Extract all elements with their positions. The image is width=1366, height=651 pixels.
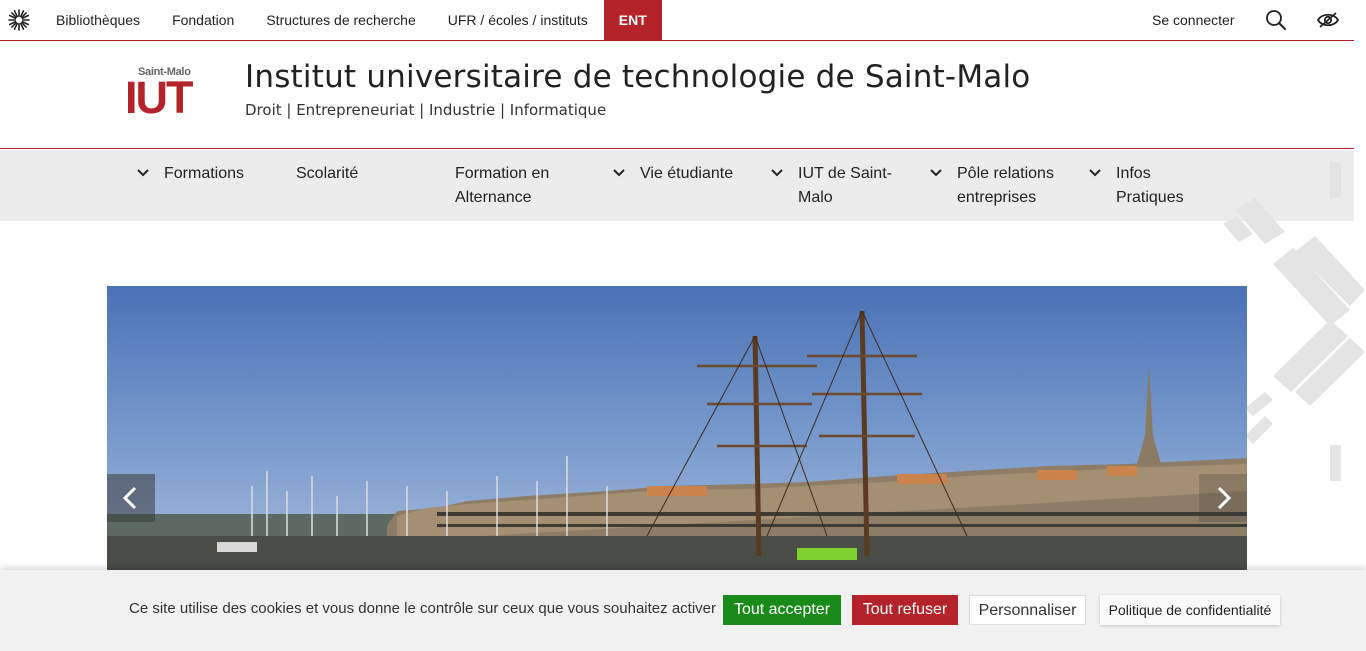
privacy-policy-button[interactable]: Politique de confidentialité (1100, 595, 1280, 625)
nav-iut-saint-malo[interactable]: IUT de Saint- Malo (798, 162, 892, 210)
chevron-left-icon (122, 486, 137, 510)
nav-label-2: Pratiques (1116, 189, 1184, 206)
chevron-down-icon[interactable] (771, 168, 783, 178)
nav-alternance[interactable]: Formation en Alternance (455, 162, 549, 210)
eye-icon[interactable] (1316, 9, 1340, 31)
nav-infos-pratiques[interactable]: Infos Pratiques (1116, 162, 1184, 210)
nav-pole-entreprises[interactable]: Pôle relations entreprises (957, 162, 1054, 210)
search-icon[interactable] (1264, 8, 1288, 32)
site-header: Saint-Malo IUT Institut universitaire de… (0, 41, 1354, 149)
nav-label: Scolarité (296, 165, 359, 182)
carousel-next-button[interactable] (1199, 474, 1247, 522)
site-subtitle: Droit | Entrepreneuriat | Industrie | In… (245, 101, 607, 119)
nav-label: Pôle relations (957, 165, 1054, 182)
link-structures-recherche[interactable]: Structures de recherche (250, 0, 431, 40)
top-links: Bibliothèques Fondation Structures de re… (40, 0, 662, 40)
nav-label: Vie étudiante (640, 165, 734, 182)
sun-star-icon[interactable] (8, 9, 30, 31)
nav-label-2: Malo (798, 189, 833, 206)
nav-scolarite[interactable]: Scolarité (296, 162, 358, 186)
nav-label-2: Alternance (455, 189, 532, 206)
nav-formations[interactable]: Formations (164, 162, 244, 186)
top-bar: Bibliothèques Fondation Structures de re… (0, 0, 1354, 41)
accept-all-button[interactable]: Tout accepter (723, 595, 841, 625)
nav-vie-etudiante[interactable]: Vie étudiante (640, 162, 733, 186)
site-title[interactable]: Institut universitaire de technologie de… (245, 59, 1030, 95)
hero-image (107, 286, 1247, 576)
chevron-right-icon (1217, 486, 1232, 510)
nav-label-2: entreprises (957, 189, 1037, 206)
chevron-down-icon[interactable] (1089, 168, 1101, 178)
cookie-banner: Ce site utilise des cookies et vous donn… (0, 570, 1366, 651)
customize-button[interactable]: Personnaliser (969, 595, 1086, 625)
refuse-all-button[interactable]: Tout refuser (852, 595, 958, 625)
carousel-prev-button[interactable] (107, 474, 155, 522)
chevron-down-icon[interactable] (930, 168, 942, 178)
link-fondation[interactable]: Fondation (156, 0, 250, 40)
chevron-down-icon[interactable] (613, 168, 625, 178)
logo-big-text: IUT (125, 72, 193, 123)
nav-label: Formations (164, 165, 245, 182)
login-link[interactable]: Se connecter (1152, 0, 1235, 40)
main-nav: Formations Scolarité Formation en Alterna… (0, 150, 1354, 221)
link-ufr-ecoles[interactable]: UFR / écoles / instituts (432, 0, 604, 40)
nav-label: Infos (1116, 165, 1151, 182)
ent-button[interactable]: ENT (603, 0, 662, 40)
chevron-down-icon[interactable] (137, 168, 149, 178)
link-bibliotheques[interactable]: Bibliothèques (40, 0, 156, 40)
nav-label: IUT de Saint- (798, 165, 892, 182)
cookie-message: Ce site utilise des cookies et vous donn… (129, 600, 716, 617)
iut-logo[interactable]: Saint-Malo IUT (125, 66, 203, 124)
nav-label: Formation en (455, 165, 550, 182)
